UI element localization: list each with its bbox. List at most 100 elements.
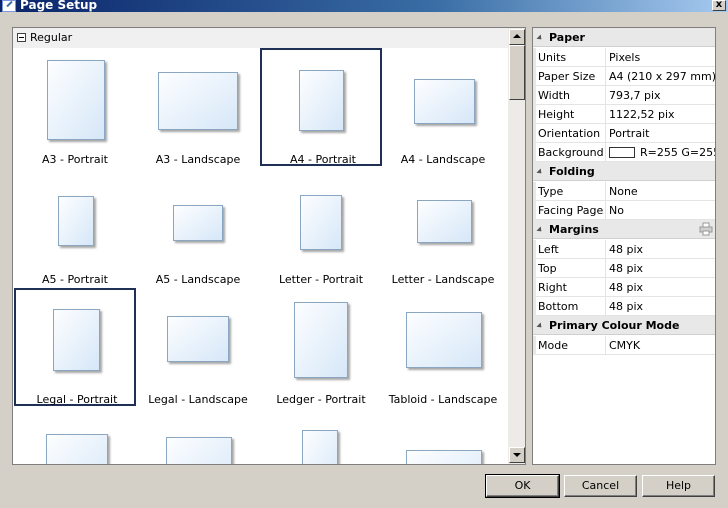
property-row-margin-left[interactable]: Left 48 pix: [533, 240, 715, 259]
property-value[interactable]: A4 (210 x 297 mm): [609, 70, 715, 83]
page-size-label: A3 - Portrait: [42, 153, 108, 166]
page-thumbnail: [300, 195, 342, 250]
property-value[interactable]: No: [609, 204, 715, 217]
property-row-orientation[interactable]: Orientation Portrait: [533, 124, 715, 143]
page-thumbnail: [417, 200, 472, 243]
property-key: Paper Size: [538, 70, 596, 83]
property-row-width[interactable]: Width 793,7 pix: [533, 86, 715, 105]
page-size-item-legal-portrait[interactable]: Legal - Portrait: [14, 288, 136, 406]
property-key: Background C: [538, 146, 604, 159]
page-size-item-partial[interactable]: [137, 410, 259, 464]
scroll-down-button[interactable]: [509, 447, 525, 463]
page-thumbnail: [414, 79, 475, 124]
row-gutter: [533, 143, 536, 162]
page-size-label: Legal - Portrait: [36, 393, 118, 406]
page-thumbnail: [299, 70, 344, 131]
page-thumbnail: [173, 205, 223, 241]
column-divider: [605, 124, 606, 143]
property-row-units[interactable]: Units Pixels: [533, 48, 715, 67]
column-divider: [605, 143, 606, 162]
property-value[interactable]: 48 pix: [609, 262, 715, 275]
property-row-margin-top[interactable]: Top 48 pix: [533, 259, 715, 278]
collapse-icon[interactable]: [17, 33, 26, 42]
property-row-type[interactable]: Type None: [533, 182, 715, 201]
collapse-triangle-icon[interactable]: [536, 226, 544, 234]
property-key: Right: [538, 281, 567, 294]
section-title: Paper: [549, 31, 585, 44]
property-row-mode[interactable]: Mode CMYK: [533, 336, 715, 355]
property-key: Orientation: [538, 127, 601, 140]
page-thumbnail: [302, 430, 338, 464]
page-size-item-partial[interactable]: [382, 410, 504, 464]
section-margins[interactable]: Margins: [533, 220, 715, 239]
section-primary-colour-mode[interactable]: Primary Colour Mode: [533, 316, 715, 335]
cancel-button[interactable]: Cancel: [564, 475, 637, 497]
property-row-facing-pages[interactable]: Facing Pages No: [533, 201, 715, 220]
close-button[interactable]: x: [712, 0, 726, 11]
column-divider: [605, 201, 606, 220]
row-gutter: [533, 240, 536, 259]
page-size-item-a3-portrait[interactable]: A3 - Portrait: [14, 50, 136, 168]
page-size-item-tabloid-landscape[interactable]: Tabloid - Landscape: [382, 290, 504, 408]
colour-swatch[interactable]: [609, 147, 635, 158]
collapse-triangle-icon[interactable]: [536, 168, 544, 176]
property-value-colour[interactable]: R=255 G=255 B: [609, 146, 715, 159]
page-size-item-legal-landscape[interactable]: Legal - Landscape: [137, 290, 259, 408]
row-gutter: [533, 48, 536, 67]
group-label: Regular: [30, 31, 73, 44]
property-row-margin-bottom[interactable]: Bottom 48 pix: [533, 297, 715, 316]
page-size-label: A5 - Landscape: [155, 273, 241, 286]
column-divider: [605, 240, 606, 259]
section-paper[interactable]: Paper: [533, 28, 715, 47]
page-size-item-a3-landscape[interactable]: A3 - Landscape: [137, 50, 259, 168]
property-value[interactable]: 48 pix: [609, 300, 715, 313]
page-size-item-ledger-portrait[interactable]: Ledger - Portrait: [260, 290, 382, 408]
section-folding[interactable]: Folding: [533, 162, 715, 181]
row-gutter: [533, 278, 536, 297]
row-gutter: [533, 201, 536, 220]
page-size-item-a4-portrait[interactable]: A4 - Portrait: [260, 48, 382, 166]
property-value[interactable]: Pixels: [609, 51, 715, 64]
property-value[interactable]: None: [609, 185, 715, 198]
row-gutter: [533, 67, 536, 86]
property-value[interactable]: CMYK: [609, 339, 715, 352]
row-gutter: [533, 259, 536, 278]
help-button[interactable]: Help: [642, 475, 715, 497]
row-gutter: [533, 105, 536, 124]
property-value[interactable]: 48 pix: [609, 243, 715, 256]
page-size-label: Ledger - Portrait: [276, 393, 366, 406]
scroll-thumb[interactable]: [509, 45, 525, 100]
scroll-up-button[interactable]: [509, 29, 525, 45]
gallery-scrollbar[interactable]: [508, 28, 525, 464]
collapse-triangle-icon[interactable]: [536, 34, 544, 42]
page-size-item-a5-portrait[interactable]: A5 - Portrait: [14, 170, 136, 288]
property-value[interactable]: 1122,52 pix: [609, 108, 715, 121]
page-size-item-partial[interactable]: [260, 410, 382, 464]
property-value[interactable]: 793,7 pix: [609, 89, 715, 102]
column-divider: [605, 105, 606, 124]
row-gutter: [533, 297, 536, 316]
page-size-item-a4-landscape[interactable]: A4 - Landscape: [382, 50, 504, 168]
page-size-item-a5-landscape[interactable]: A5 - Landscape: [137, 170, 259, 288]
printer-icon[interactable]: [699, 222, 713, 236]
property-row-paper-size[interactable]: Paper Size A4 (210 x 297 mm): [533, 67, 715, 86]
gallery-group-header[interactable]: Regular: [13, 28, 508, 48]
property-row-margin-right[interactable]: Right 48 pix: [533, 278, 715, 297]
property-key: Units: [538, 51, 567, 64]
column-divider: [605, 67, 606, 86]
collapse-triangle-icon[interactable]: [536, 322, 544, 330]
row-gutter: [533, 182, 536, 201]
property-value[interactable]: Portrait: [609, 127, 715, 140]
property-value[interactable]: 48 pix: [609, 281, 715, 294]
page-size-item-letter-landscape[interactable]: Letter - Landscape: [382, 170, 504, 288]
page-thumbnail: [53, 309, 100, 371]
ok-button[interactable]: OK: [485, 474, 560, 498]
page-size-item-partial[interactable]: [14, 410, 136, 464]
property-row-height[interactable]: Height 1122,52 pix: [533, 105, 715, 124]
property-row-background-colour[interactable]: Background C R=255 G=255 B: [533, 143, 715, 162]
page-thumbnail: [46, 434, 108, 464]
column-divider: [605, 182, 606, 201]
page-size-item-letter-portrait[interactable]: Letter - Portrait: [260, 170, 382, 288]
title-bar: Page Setup x: [0, 0, 728, 12]
property-key: Width: [538, 89, 570, 102]
